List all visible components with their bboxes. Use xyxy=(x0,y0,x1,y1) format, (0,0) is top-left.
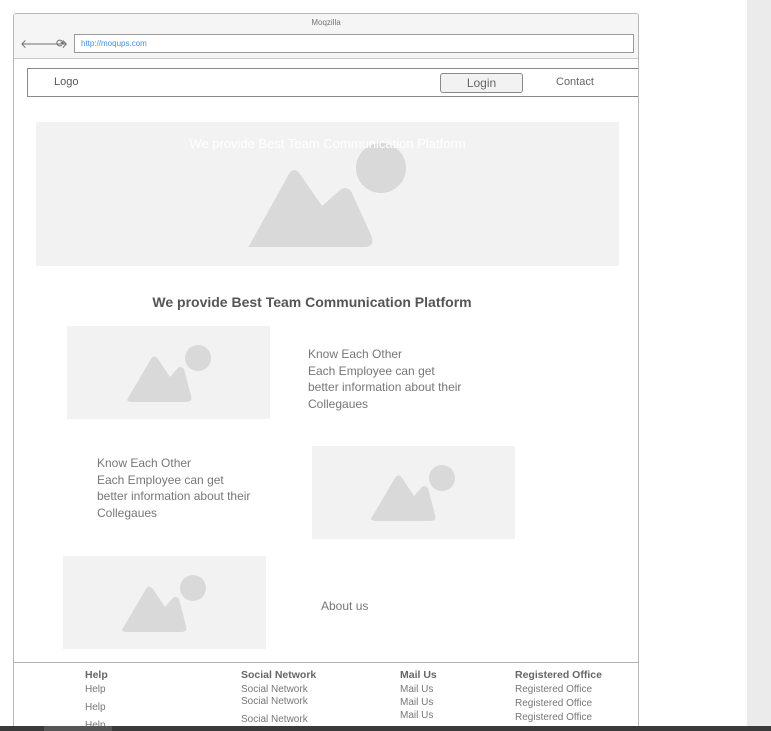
feature-text: Know Each Other Each Employee can get be… xyxy=(308,346,461,412)
footer-heading: Registered Office xyxy=(515,669,602,681)
mountain-sun-icon xyxy=(122,575,206,632)
footer-link[interactable]: Registered Office xyxy=(515,684,602,696)
footer-heading: Social Network xyxy=(241,669,317,681)
footer-column-help: Help Help Help Help xyxy=(85,669,108,731)
feature-image xyxy=(67,326,270,419)
footer-link[interactable]: Mail Us xyxy=(400,684,437,696)
window-title: Moqzilla xyxy=(311,18,341,27)
footer-heading: Mail Us xyxy=(400,669,437,681)
footer-link[interactable]: Mail Us xyxy=(400,697,437,709)
hero-text: We provide Best Team Communication Platf… xyxy=(189,136,466,151)
feature-description-line: Collegaues xyxy=(308,396,369,411)
hero-image: We provide Best Team Communication Platf… xyxy=(36,122,619,266)
footer-link[interactable]: Registered Office xyxy=(515,712,602,724)
contact-link[interactable]: Contact xyxy=(556,76,594,88)
address-bar[interactable]: http://moqups.com xyxy=(74,34,634,53)
screen: Moqzilla 🡐 🡒 ⟳ http://moqups.com Logo Lo… xyxy=(0,0,771,731)
footer-column-mail: Mail Us Mail Us Mail Us Mail Us xyxy=(400,669,437,722)
site-navbar: Logo Login Contact xyxy=(27,68,638,97)
feature-description-line: Collegaues xyxy=(97,505,158,520)
mountain-sun-icon xyxy=(371,465,455,521)
about-image xyxy=(63,556,266,649)
section-title: We provide Best Team Communication Platf… xyxy=(152,294,472,310)
feature-heading: Know Each Other xyxy=(97,456,192,470)
taskbar-item[interactable] xyxy=(44,726,112,731)
feature-heading: Know Each Other xyxy=(308,347,403,361)
footer-link[interactable]: Help xyxy=(85,702,108,714)
footer-link[interactable]: Help xyxy=(85,684,108,696)
footer-link[interactable]: Social Network xyxy=(241,714,316,726)
logo[interactable]: Logo xyxy=(54,76,78,88)
feature-description-line: better information about their xyxy=(97,489,251,503)
footer-link[interactable]: Social Network xyxy=(241,684,316,696)
browser-toolbar: Moqzilla 🡐 🡒 ⟳ http://moqups.com xyxy=(14,14,638,59)
footer-heading: Help xyxy=(85,669,108,681)
login-button[interactable]: Login xyxy=(440,73,523,93)
footer-link[interactable]: Registered Office xyxy=(515,698,602,710)
feature-description-line: Each Employee can get xyxy=(97,472,224,487)
footer-column-social: Social Network Social Network Social Net… xyxy=(241,669,316,726)
feature-description-line: Each Employee can get xyxy=(308,363,435,378)
about-us-link[interactable]: About us xyxy=(321,599,368,613)
feature-image xyxy=(312,446,515,539)
site-footer: Help Help Help Help Social Network Socia… xyxy=(14,662,638,731)
browser-window: Moqzilla 🡐 🡒 ⟳ http://moqups.com Logo Lo… xyxy=(13,13,639,731)
feature-text: Know Each Other Each Employee can get be… xyxy=(97,455,250,521)
footer-link[interactable]: Social Network xyxy=(241,696,316,708)
mountain-sun-icon xyxy=(127,345,211,402)
footer-column-office: Registered Office Registered Office Regi… xyxy=(515,669,602,724)
reload-icon[interactable]: ⟳ xyxy=(56,38,65,50)
footer-link[interactable]: Mail Us xyxy=(400,710,437,722)
feature-description-line: better information about their xyxy=(308,380,462,394)
taskbar xyxy=(0,726,771,731)
side-panel xyxy=(747,0,771,731)
